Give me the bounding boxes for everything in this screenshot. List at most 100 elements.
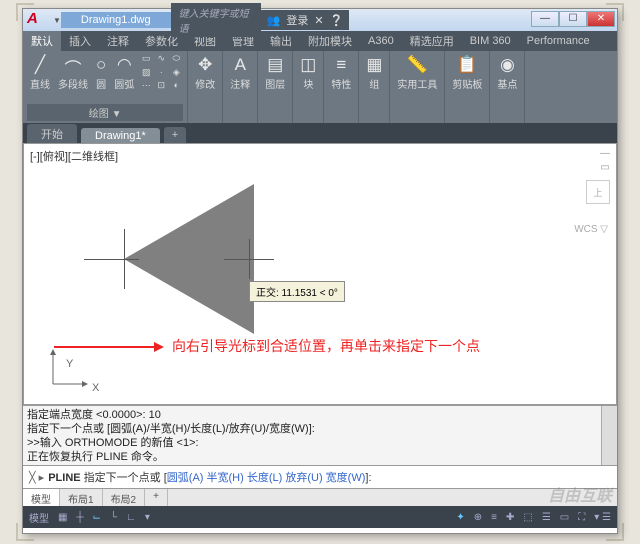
panel-clipboard: 📋剪贴板 bbox=[445, 51, 490, 123]
ribbon-panels: ╱直线 ⌒多段线 ○圆 ◠圆弧 ▭∿⬭ ▨·◈ ⋯⊡◐ 绘图 ▼ ✥修改 A注释… bbox=[23, 51, 617, 123]
clipboard-icon: 📋 bbox=[457, 55, 478, 75]
properties-icon: ≡ bbox=[336, 55, 346, 75]
panel-properties: ≡特性 bbox=[324, 51, 359, 123]
annoscale-icon[interactable]: ✦ bbox=[454, 512, 466, 523]
filetab-drawing1[interactable]: Drawing1* bbox=[81, 128, 160, 143]
filetab-start[interactable]: 开始 bbox=[27, 124, 77, 143]
polar-toggle-icon[interactable]: └ bbox=[108, 512, 119, 523]
tab-addins[interactable]: 附加模块 bbox=[300, 30, 360, 52]
cleanscreen-icon[interactable]: ⛶ bbox=[576, 512, 587, 523]
arc-button[interactable]: ◠圆弧 bbox=[111, 53, 137, 93]
ortho-toggle-icon[interactable]: ⌙ bbox=[91, 512, 103, 523]
rect-icon[interactable]: ▭ bbox=[139, 53, 153, 65]
close-button[interactable]: ✕ bbox=[587, 11, 615, 27]
layer-icon: ▤ bbox=[267, 55, 283, 75]
command-input[interactable]: ╳ ▸ PLINE 指定下一个点或 [圆弧(A) 半宽(H) 长度(L) 放弃(… bbox=[23, 465, 617, 488]
polyline-icon: ⌒ bbox=[65, 55, 82, 75]
tab-featured[interactable]: 精选应用 bbox=[402, 30, 462, 52]
app-logo-icon[interactable]: A bbox=[27, 10, 51, 30]
measure-icon: 📏 bbox=[407, 55, 428, 75]
isolate-icon[interactable]: ▭ bbox=[558, 512, 571, 523]
osnap-toggle-icon[interactable]: ▾ bbox=[143, 512, 152, 523]
nav-collapse-icon[interactable]: — bbox=[600, 148, 610, 159]
view-label[interactable]: [-][俯视][二维线框] bbox=[30, 148, 118, 164]
layout-2[interactable]: 布局2 bbox=[103, 489, 146, 506]
panel-utilities: 📏实用工具 bbox=[390, 51, 445, 123]
tooltip: 正交: 11.1531 < 0° bbox=[249, 281, 345, 302]
utilities-button[interactable]: 📏实用工具 bbox=[394, 53, 440, 93]
tab-performance[interactable]: Performance bbox=[519, 32, 598, 50]
status-modelspace[interactable]: 模型 bbox=[27, 510, 51, 525]
panel-draw: ╱直线 ⌒多段线 ○圆 ◠圆弧 ▭∿⬭ ▨·◈ ⋯⊡◐ 绘图 ▼ bbox=[23, 51, 188, 123]
viewcube[interactable]: 上 bbox=[586, 180, 610, 204]
status-menu-icon[interactable]: ▾ ☰ bbox=[592, 512, 613, 523]
annotation-text: 向右引导光标到合适位置，再单击来指定下一个点 bbox=[172, 336, 480, 356]
lock-ui-icon[interactable]: ☰ bbox=[540, 512, 553, 523]
layout-add-button[interactable]: + bbox=[145, 489, 168, 506]
annotate-button[interactable]: A注释 bbox=[227, 53, 253, 93]
region-icon[interactable]: ◈ bbox=[169, 67, 183, 79]
nav-viewport-icon[interactable]: ▭ bbox=[600, 162, 609, 173]
exchange-icon[interactable]: ✕ bbox=[314, 14, 323, 27]
tab-output[interactable]: 输出 bbox=[262, 30, 300, 52]
isodraft-icon[interactable]: ∟ bbox=[124, 512, 138, 523]
titlebar: A ▼ Drawing1.dwg 键入关键字或短语 👥 登录 ✕ ❔ — ☐ ✕ bbox=[23, 9, 617, 31]
draw-flyout[interactable]: ▭∿⬭ ▨·◈ ⋯⊡◐ bbox=[139, 53, 183, 93]
tab-insert[interactable]: 插入 bbox=[61, 30, 99, 52]
app-menu-chevron-icon[interactable]: ▼ bbox=[53, 16, 61, 25]
basepoint-button[interactable]: ◉基点 bbox=[494, 53, 520, 93]
hatch-icon[interactable]: ▨ bbox=[139, 67, 153, 79]
help-icon[interactable]: ❔ bbox=[330, 14, 344, 27]
workspace-icon[interactable]: ⊕ bbox=[472, 512, 484, 523]
clipboard-button[interactable]: 📋剪贴板 bbox=[449, 53, 485, 93]
block-icon: ◫ bbox=[300, 55, 316, 75]
layout-model[interactable]: 模型 bbox=[23, 489, 60, 506]
layout-tabs: 模型 布局1 布局2 + bbox=[23, 488, 617, 506]
text-icon: A bbox=[235, 55, 246, 75]
group-button[interactable]: ▦组 bbox=[363, 53, 385, 93]
search-input[interactable]: 键入关键字或短语 bbox=[171, 3, 261, 37]
command-history: 指定端点宽度 <0.0000>: 10 指定下一个点或 [圆弧(A)/半宽(H)… bbox=[23, 405, 617, 465]
grid-toggle-icon[interactable]: ▦ bbox=[56, 512, 69, 523]
tab-a360[interactable]: A360 bbox=[360, 32, 402, 50]
drawing-canvas[interactable]: [-][俯视][二维线框] — ▭ 上 WCS ▽ 正交: 11.1531 < … bbox=[23, 143, 617, 405]
circle-icon: ○ bbox=[96, 55, 106, 75]
spline-icon[interactable]: ∿ bbox=[154, 53, 168, 65]
tab-bim360[interactable]: BIM 360 bbox=[462, 32, 519, 50]
circle-button[interactable]: ○圆 bbox=[93, 53, 109, 93]
ucs-icon: Y X bbox=[48, 349, 88, 392]
tab-default[interactable]: 默认 bbox=[23, 30, 61, 52]
signin-icon[interactable]: 👥 bbox=[267, 14, 281, 27]
panel-draw-label[interactable]: 绘图 ▼ bbox=[27, 104, 183, 121]
minimize-button[interactable]: — bbox=[531, 11, 559, 27]
login-button[interactable]: 登录 bbox=[286, 12, 308, 28]
snap-toggle-icon[interactable]: ┼ bbox=[74, 512, 85, 523]
modify-button[interactable]: ✥修改 bbox=[192, 53, 218, 93]
layout-1[interactable]: 布局1 bbox=[60, 489, 103, 506]
units-icon[interactable]: ✚ bbox=[504, 512, 516, 523]
line-button[interactable]: ╱直线 bbox=[27, 53, 53, 93]
polyline-button[interactable]: ⌒多段线 bbox=[55, 53, 91, 93]
panel-layer: ▤图层 bbox=[258, 51, 293, 123]
status-bar: 模型 ▦ ┼ ⌙ └ ∟ ▾ ✦ ⊕ ≡ ✚ ⬚ ☰ ▭ ⛶ ▾ ☰ bbox=[23, 506, 617, 528]
app-window: A ▼ Drawing1.dwg 键入关键字或短语 👥 登录 ✕ ❔ — ☐ ✕… bbox=[22, 8, 618, 534]
maximize-button[interactable]: ☐ bbox=[559, 11, 587, 27]
more-icon[interactable]: ⋯ bbox=[139, 80, 153, 92]
filetab-new-button[interactable]: + bbox=[164, 127, 186, 143]
arc-icon: ◠ bbox=[117, 55, 132, 75]
layer-button[interactable]: ▤图层 bbox=[262, 53, 288, 93]
block-button[interactable]: ◫块 bbox=[297, 53, 319, 93]
panel-modify: ✥修改 bbox=[188, 51, 223, 123]
group-icon: ▦ bbox=[366, 55, 382, 75]
axis-line bbox=[124, 229, 125, 289]
scrollbar[interactable] bbox=[601, 406, 617, 465]
annomon-icon[interactable]: ≡ bbox=[489, 512, 499, 523]
tab-annotate[interactable]: 注释 bbox=[99, 30, 137, 52]
properties-button[interactable]: ≡特性 bbox=[328, 53, 354, 93]
ellipse-icon[interactable]: ⬭ bbox=[169, 53, 183, 65]
point-icon[interactable]: · bbox=[154, 67, 168, 79]
cmd-prompt-icon: ╳ ▸ bbox=[29, 471, 44, 484]
modify-icon: ✥ bbox=[198, 55, 212, 75]
wcs-label[interactable]: WCS ▽ bbox=[574, 224, 608, 235]
quickprop-icon[interactable]: ⬚ bbox=[521, 512, 534, 523]
